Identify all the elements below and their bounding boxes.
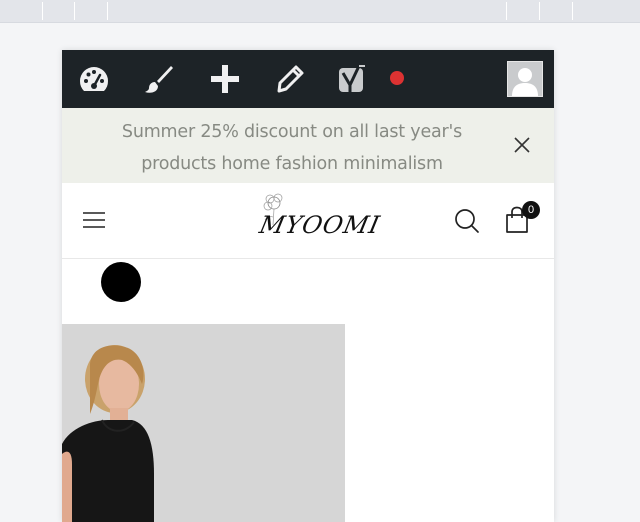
- admin-bar: [62, 50, 554, 108]
- user-avatar-icon: [508, 62, 542, 96]
- model-photo: [62, 324, 345, 522]
- dashboard-icon: [79, 67, 109, 91]
- top-ruler: [0, 0, 640, 23]
- ruler-tick: [539, 2, 540, 20]
- ruler-tick: [506, 2, 507, 20]
- edit-pencil-icon: [277, 65, 304, 93]
- ruler-tick: [42, 2, 43, 20]
- add-new-button[interactable]: [207, 62, 243, 96]
- close-icon[interactable]: [512, 135, 532, 155]
- cart-count-badge: 0: [522, 201, 540, 219]
- yoast-seo-icon: [339, 65, 365, 93]
- logo-wordmark: MYOOMI: [257, 211, 383, 239]
- site-header: MYOOMI 0: [62, 183, 554, 259]
- customize-button[interactable]: [141, 62, 177, 96]
- search-icon[interactable]: [454, 208, 480, 234]
- seo-status-dot: [390, 71, 404, 85]
- yoast-seo-button[interactable]: [336, 62, 372, 96]
- cursor-dot: [101, 262, 141, 302]
- add-new-icon: [211, 65, 239, 93]
- site-logo[interactable]: MYOOMI: [252, 191, 383, 249]
- customize-brush-icon: [145, 66, 173, 93]
- menu-icon[interactable]: [82, 210, 106, 230]
- dashboard-button[interactable]: [76, 62, 112, 96]
- ruler-tick: [107, 2, 108, 20]
- user-account-button[interactable]: [507, 61, 543, 97]
- preview-frame: Summer 25% discount on all last year's p…: [62, 50, 554, 522]
- edit-page-button[interactable]: [272, 62, 308, 96]
- product-image[interactable]: [62, 324, 345, 522]
- announcement-bar: Summer 25% discount on all last year's p…: [62, 108, 554, 183]
- ruler-tick: [572, 2, 573, 20]
- announcement-text: Summer 25% discount on all last year's p…: [121, 122, 463, 174]
- ruler-tick: [74, 2, 75, 20]
